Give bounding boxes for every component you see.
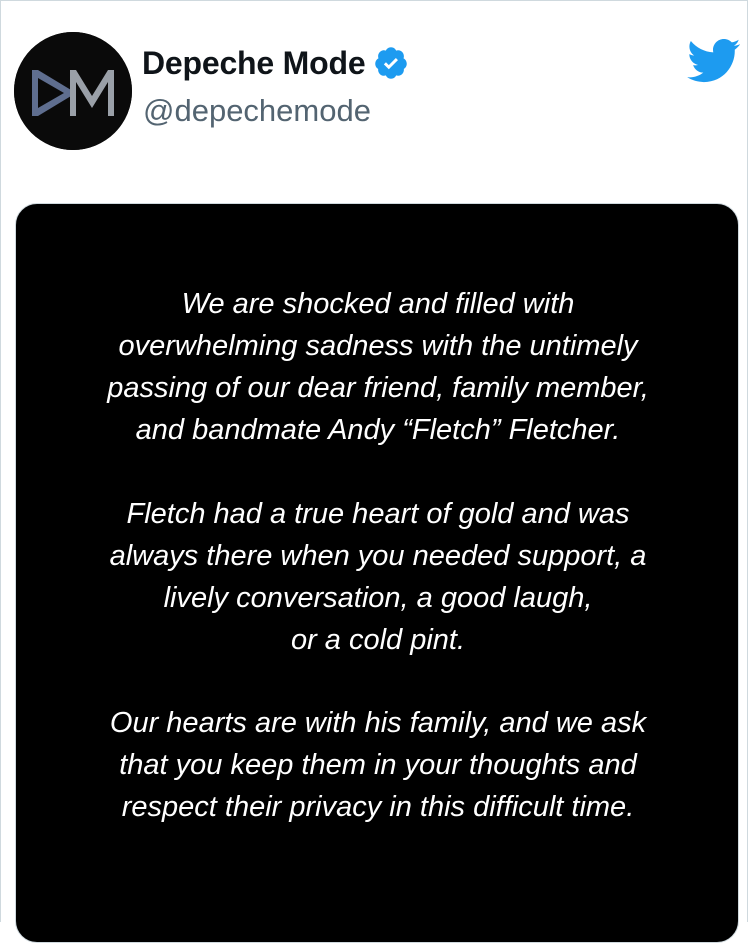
twitter-bird-icon[interactable] bbox=[685, 37, 741, 83]
statement-paragraph: Our hearts are with his family, and we a… bbox=[109, 707, 647, 823]
tweet-card: Depeche Mode @depechemode We are shocked… bbox=[0, 0, 748, 943]
verified-badge-icon bbox=[373, 45, 409, 81]
statement-image[interactable]: We are shocked and filled with overwhelm… bbox=[15, 203, 739, 943]
statement-paragraph: We are shocked and filled with overwhelm… bbox=[107, 288, 649, 446]
avatar[interactable] bbox=[14, 32, 132, 150]
depeche-mode-logo-icon bbox=[14, 32, 132, 150]
author-name-row[interactable]: Depeche Mode bbox=[142, 41, 409, 85]
author-handle[interactable]: @depechemode bbox=[143, 93, 371, 129]
display-name[interactable]: Depeche Mode bbox=[142, 45, 366, 82]
statement-paragraph: Fletch had a true heart of gold and was … bbox=[109, 498, 647, 656]
